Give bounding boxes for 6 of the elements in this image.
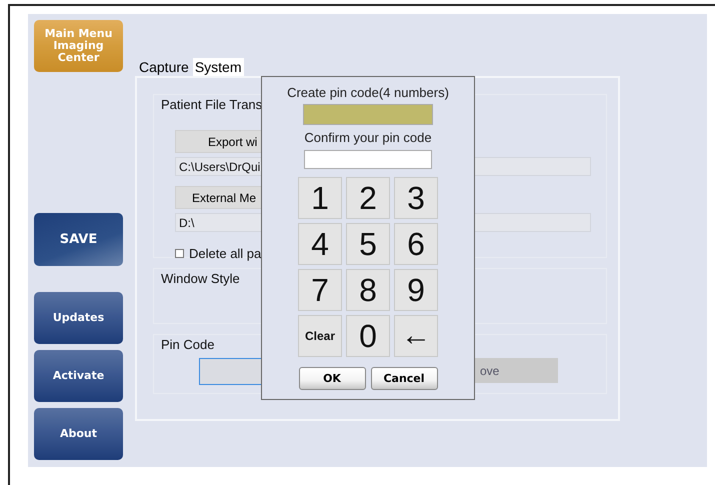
checkbox-label: Delete all pa <box>189 246 262 261</box>
confirm-pin-label: Confirm your pin code <box>304 130 432 145</box>
create-pin-label: Create pin code(4 numbers) <box>287 85 449 100</box>
group-title: Window Style <box>161 271 240 286</box>
group-title: Patient File Trans <box>161 97 262 112</box>
group-title: Pin Code <box>161 337 214 352</box>
